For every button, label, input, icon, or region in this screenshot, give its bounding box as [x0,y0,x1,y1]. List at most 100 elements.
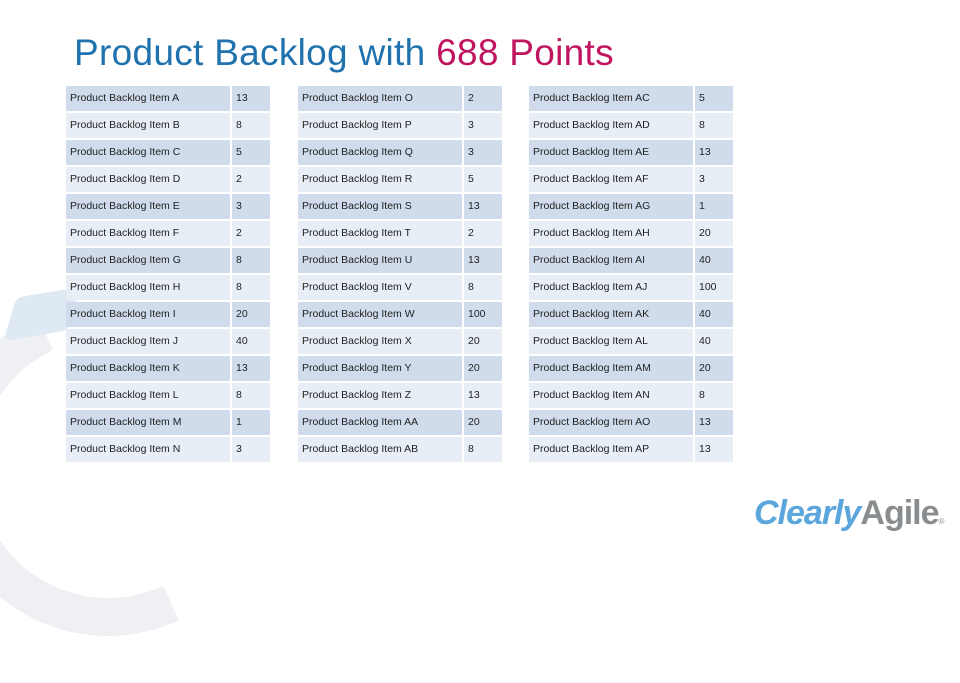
item-name-cell: Product Backlog Item AP [529,437,693,462]
item-name-cell: Product Backlog Item AB [298,437,462,462]
table-row: Product Backlog Item AM 20 [529,356,733,381]
item-points-cell: 13 [695,410,733,435]
item-name-cell: Product Backlog Item AH [529,221,693,246]
item-points-cell: 13 [695,140,733,165]
item-points-cell: 8 [232,383,270,408]
backlog-table-2: Product Backlog Item O 2 Product Backlog I… [296,84,504,464]
item-name-cell: Product Backlog Item AA [298,410,462,435]
item-points-cell: 20 [464,356,502,381]
table-row: Product Backlog Item M1 [66,410,270,435]
item-name-cell: Product Backlog Item D [66,167,230,192]
item-name-cell: Product Backlog Item Z [298,383,462,408]
table-row: Product Backlog Item AN 8 [529,383,733,408]
item-points-cell: 13 [464,194,502,219]
item-name-cell: Product Backlog Item V [298,275,462,300]
table-row: Product Backlog Item V8 [298,275,502,300]
item-name-cell: Product Backlog Item AM [529,356,693,381]
item-points-cell: 40 [695,302,733,327]
item-points-cell: 2 [464,221,502,246]
table-row: Product Backlog Item X 20 [298,329,502,354]
item-points-cell: 13 [232,86,270,111]
backlog-table-3: Product Backlog Item AC 5 Product Backlog … [527,84,735,464]
table-row: Product Backlog Item P3 [298,113,502,138]
item-points-cell: 2 [232,167,270,192]
item-points-cell: 8 [232,275,270,300]
item-name-cell: Product Backlog Item AI [529,248,693,273]
table-row: Product Backlog Item H8 [66,275,270,300]
table-row: Product Backlog Item AP 13 [529,437,733,462]
item-points-cell: 3 [695,167,733,192]
table-row: Product Backlog Item J 40 [66,329,270,354]
item-points-cell: 40 [695,329,733,354]
item-name-cell: Product Backlog Item C [66,140,230,165]
item-name-cell: Product Backlog Item A [66,86,230,111]
item-name-cell: Product Backlog Item H [66,275,230,300]
table-row: Product Backlog Item AE 13 [529,140,733,165]
item-points-cell: 8 [464,437,502,462]
item-points-cell: 13 [232,356,270,381]
item-points-cell: 3 [464,113,502,138]
table-row: Product Backlog Item T2 [298,221,502,246]
item-points-cell: 100 [464,302,502,327]
item-name-cell: Product Backlog Item N [66,437,230,462]
item-name-cell: Product Backlog Item B [66,113,230,138]
table-row: Product Backlog Item C5 [66,140,270,165]
item-points-cell: 20 [464,410,502,435]
table-row: Product Backlog Item R5 [298,167,502,192]
item-points-cell: 20 [232,302,270,327]
clearlyagile-logo: ClearlyAgile® [754,494,944,533]
item-name-cell: Product Backlog Item E [66,194,230,219]
table-row: Product Backlog Item N3 [66,437,270,462]
item-points-cell: 40 [695,248,733,273]
item-name-cell: Product Backlog Item J [66,329,230,354]
item-name-cell: Product Backlog Item L [66,383,230,408]
table-row: Product Backlog Item AB 8 [298,437,502,462]
item-name-cell: Product Backlog Item AF [529,167,693,192]
item-name-cell: Product Backlog Item AD [529,113,693,138]
item-points-cell: 20 [464,329,502,354]
item-points-cell: 100 [695,275,733,300]
item-name-cell: Product Backlog Item P [298,113,462,138]
item-points-cell: 13 [464,248,502,273]
table-row: Product Backlog Item AF 3 [529,167,733,192]
item-points-cell: 8 [232,113,270,138]
item-points-cell: 8 [695,383,733,408]
table-row: Product Backlog Item AI 40 [529,248,733,273]
table-row: Product Backlog Item U 13 [298,248,502,273]
table-row: Product Backlog Item F2 [66,221,270,246]
table-row: Product Backlog Item AD 8 [529,113,733,138]
table-row: Product Backlog Item O2 [298,86,502,111]
item-name-cell: Product Backlog Item T [298,221,462,246]
item-name-cell: Product Backlog Item F [66,221,230,246]
item-name-cell: Product Backlog Item AG [529,194,693,219]
logo-agile: Agile [860,494,939,532]
item-points-cell: 3 [464,140,502,165]
backlog-table-1: Product Backlog Item A 13 Product Backlog … [64,84,272,464]
item-points-cell: 8 [232,248,270,273]
item-name-cell: Product Backlog Item I [66,302,230,327]
item-name-cell: Product Backlog Item O [298,86,462,111]
title-points-highlight: 688 Points [436,32,614,73]
logo-clearly: Clearly [754,494,861,532]
item-name-cell: Product Backlog Item AK [529,302,693,327]
item-points-cell: 3 [232,194,270,219]
table-row: Product Backlog Item AK 40 [529,302,733,327]
item-name-cell: Product Backlog Item R [298,167,462,192]
table-row: Product Backlog Item W 100 [298,302,502,327]
item-points-cell: 1 [232,410,270,435]
item-name-cell: Product Backlog Item K [66,356,230,381]
table-row: Product Backlog Item AG 1 [529,194,733,219]
item-name-cell: Product Backlog Item AN [529,383,693,408]
item-name-cell: Product Backlog Item AC [529,86,693,111]
table-row: Product Backlog Item B8 [66,113,270,138]
item-name-cell: Product Backlog Item S [298,194,462,219]
item-name-cell: Product Backlog Item U [298,248,462,273]
item-name-cell: Product Backlog Item G [66,248,230,273]
table-row: Product Backlog Item A 13 [66,86,270,111]
item-points-cell: 5 [464,167,502,192]
item-points-cell: 40 [232,329,270,354]
table-row: Product Backlog Item AO 13 [529,410,733,435]
item-points-cell: 20 [695,221,733,246]
table-row: Product Backlog Item AA 20 [298,410,502,435]
item-name-cell: Product Backlog Item Q [298,140,462,165]
